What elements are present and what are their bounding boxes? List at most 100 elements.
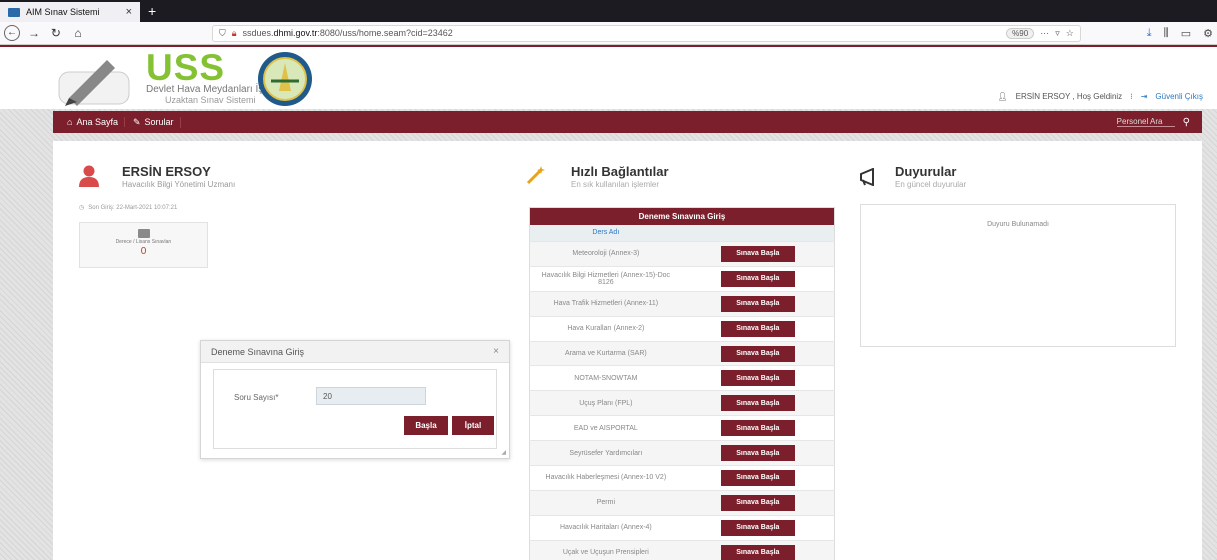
dhmi-seal-icon [258, 52, 312, 106]
resize-handle-icon[interactable]: ◢ [501, 449, 506, 456]
zoom-level[interactable]: %90 [1006, 27, 1035, 39]
address-bar[interactable]: ⛉ 🔒︎ ssdues.dhmi.gov.tr:8080/uss/home.se… [211, 24, 1081, 42]
course-name: Uçak ve Uçuşun Prensipleri [529, 539, 682, 560]
menu-item-questions[interactable]: ✎ Sorular [133, 116, 181, 128]
question-count-label: Soru Sayısı* [234, 393, 279, 402]
menu-home-label: Ana Sayfa [76, 117, 118, 127]
dialog-title: Deneme Sınavına Giriş [211, 346, 305, 357]
course-action-cell: Sınava Başla [681, 514, 835, 541]
course-action-cell: Sınava Başla [681, 315, 835, 342]
table-row: Havacılık Haritaları (Annex-4) Sınava Baş… [529, 514, 835, 541]
table-row: Uçuş Planı (FPL) Sınava Başla [529, 390, 835, 416]
column-header-action [681, 224, 835, 242]
dialog-close-icon[interactable]: × [493, 346, 499, 357]
table-row: EAD ve AISPORTAL Sınava Başla [529, 415, 835, 441]
start-exam-button[interactable]: Sınava Başla [720, 245, 795, 262]
cancel-button[interactable]: İptal [452, 416, 494, 435]
personnel-search-input[interactable] [1116, 117, 1175, 127]
question-count-input[interactable] [316, 387, 426, 405]
start-button[interactable]: Başla [404, 416, 448, 435]
start-exam-button[interactable]: Sınava Başla [720, 320, 795, 337]
course-action-cell: Sınava Başla [681, 539, 835, 560]
start-exam-button[interactable]: Sınava Başla [720, 494, 795, 511]
download-icon[interactable]: ⤓ [1147, 27, 1152, 40]
table-row: Hava Kuralları (Annex-2) Sınava Başla [529, 315, 835, 342]
start-exam-button[interactable]: Sınava Başla [720, 544, 795, 560]
sidebar-icon[interactable]: ▭ [1181, 27, 1191, 40]
course-name: Uçuş Planı (FPL) [529, 390, 682, 416]
favicon-icon [8, 7, 20, 17]
house-icon: ⌂ [67, 117, 73, 127]
announcements-title: Duyurular [895, 164, 957, 179]
system-name: Uzaktan Sınav Sistemi [165, 95, 256, 105]
shield-icon: ⛉ [218, 27, 226, 38]
pocket-icon[interactable]: ▿ [1055, 28, 1060, 39]
start-exam-button[interactable]: Sınava Başla [720, 445, 795, 462]
trial-exam-dialog: Deneme Sınavına Giriş × Soru Sayısı* Baş… [200, 340, 510, 459]
bookmark-star-icon[interactable]: ☆ [1066, 28, 1074, 39]
back-icon[interactable]: ← [4, 25, 20, 41]
course-name: Hava Trafik Hizmetleri (Annex-11) [529, 290, 682, 317]
stat-label: Derece / Lisans Sınavları [115, 239, 172, 245]
lock-icon: 🔒︎ [231, 27, 237, 38]
quick-links-subtitle: En sık kullanılan işlemler [571, 180, 660, 189]
course-name: Permi [529, 489, 682, 516]
course-action-cell: Sınava Başla [681, 290, 835, 317]
magic-wand-icon [526, 166, 545, 185]
start-exam-button[interactable]: Sınava Başla [720, 420, 795, 437]
column-header-course[interactable]: Ders Adı [529, 224, 682, 242]
forward-icon[interactable]: → [26, 26, 42, 40]
start-exam-button[interactable]: Sınava Başla [720, 370, 795, 387]
start-exam-button[interactable]: Sınava Başla [720, 469, 795, 486]
course-name: Meteoroloji (Annex-3) [529, 241, 682, 267]
table-header: Deneme Sınavına Giriş [529, 207, 835, 225]
start-exam-button[interactable]: Sınava Başla [720, 270, 795, 287]
table-row: Hava Trafik Hizmetleri (Annex-11) Sınava … [529, 290, 835, 317]
course-action-cell: Sınava Başla [681, 265, 835, 292]
menu-item-home[interactable]: ⌂ Ana Sayfa [67, 117, 125, 127]
search-icon[interactable]: ⚲ [1183, 117, 1190, 128]
user-bar: 👤︎ ERSİN ERSOY , Hoş Geldiniz ⁝ ⇥ Güvenl… [997, 92, 1203, 101]
course-action-cell: Sınava Başla [681, 415, 835, 441]
course-name: Havacılık Bilgi Hizmetleri (Annex-15)-Do… [529, 265, 682, 292]
course-name: EAD ve AISPORTAL [529, 415, 682, 441]
course-name: Havacılık Haberleşmesi (Annex-10 V2) [529, 465, 682, 491]
exam-stat-box[interactable]: Derece / Lisans Sınavları 0 [79, 222, 208, 268]
start-exam-button[interactable]: Sınava Başla [720, 345, 795, 362]
logout-icon[interactable]: ⇥ [1141, 92, 1148, 101]
home-icon[interactable]: ⌂ [70, 26, 86, 40]
start-exam-button[interactable]: Sınava Başla [720, 395, 795, 412]
table-row: NOTAM-SNOWTAM Sınava Başla [529, 365, 835, 391]
new-tab-button[interactable]: + [140, 0, 164, 22]
dialog-body: Soru Sayısı* Başla İptal [213, 369, 497, 449]
course-name: Havacılık Haritaları (Annex-4) [529, 514, 682, 541]
announcements-subtitle: En güncel duyurular [895, 180, 967, 189]
logout-link[interactable]: Güvenli Çıkış [1155, 92, 1203, 101]
clock-icon: ◷ [79, 205, 85, 211]
course-action-cell: Sınava Başla [681, 340, 835, 366]
course-action-cell: Sınava Başla [681, 465, 835, 491]
last-login-text: Son Giriş: 22-Mart-2021 10:07:21 [88, 204, 178, 211]
table-row: Meteoroloji (Annex-3) Sınava Başla [529, 241, 835, 267]
toolbar-right: ⤓ ⫼ ▭ ⚙ [1147, 27, 1213, 40]
user-greeting[interactable]: ERSİN ERSOY , Hoş Geldiniz [1016, 92, 1123, 101]
table-row: Havacılık Haberleşmesi (Annex-10 V2) Sına… [529, 465, 835, 491]
table-row: Arama ve Kurtarma (SAR) Sınava Başla [529, 340, 835, 366]
trial-exam-table: Deneme Sınavına Giriş Ders Adı Meteorolo… [529, 207, 835, 560]
main-menu: ⌂ Ana Sayfa ✎ Sorular ⚲ [53, 111, 1202, 133]
start-exam-button[interactable]: Sınava Başla [720, 519, 795, 536]
browser-tab[interactable]: AIM Sınav Sistemi × [0, 2, 140, 22]
profile-title: Havacılık Bilgi Yönetimi Uzmanı [122, 180, 236, 189]
briefcase-icon [137, 229, 150, 238]
no-announcement-text: Duyuru Bulunamadı [987, 221, 1049, 228]
reload-icon[interactable]: ↻ [48, 26, 64, 40]
extension-icon[interactable]: ⚙ [1203, 27, 1213, 40]
user-icon: 👤︎ [997, 92, 1008, 101]
start-exam-button[interactable]: Sınava Başla [720, 295, 795, 312]
library-icon[interactable]: ⫼ [1164, 27, 1169, 40]
page-actions-icon[interactable]: ··· [1040, 28, 1049, 38]
tab-close-icon[interactable]: × [126, 6, 132, 18]
separator: ⁝ [1130, 92, 1133, 101]
url-text: ssdues.dhmi.gov.tr:8080/uss/home.seam?ci… [242, 28, 453, 38]
user-profile-icon [79, 165, 99, 187]
